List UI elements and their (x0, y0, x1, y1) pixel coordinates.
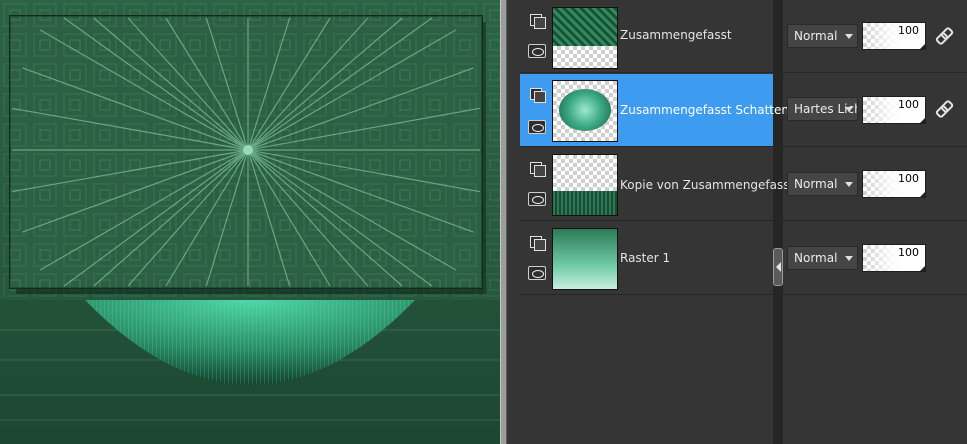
chevron-down-icon (845, 34, 853, 39)
opacity-slider-indicator (920, 44, 925, 49)
layer-name: Raster 1 (620, 251, 671, 265)
panel-resize-handle[interactable] (773, 248, 783, 286)
layer-name: Zusammengefasst (620, 28, 732, 42)
link-icon[interactable] (936, 101, 950, 115)
eye-icon[interactable] (528, 44, 546, 58)
link-icon[interactable] (936, 28, 950, 42)
opacity-field[interactable]: 100 (862, 96, 926, 124)
layer-row-zusammengefasst-schatten-1[interactable]: Zusammengefasst Schatten 1 (520, 74, 800, 147)
opacity-field[interactable]: 100 (862, 170, 926, 198)
layer-lock-icon[interactable] (528, 160, 546, 177)
opacity-slider-indicator (920, 192, 925, 197)
canvas-panel-separator (500, 0, 507, 444)
eye-icon[interactable] (528, 192, 546, 206)
chevron-down-icon (845, 182, 853, 187)
canvas-artwork (0, 0, 500, 444)
chevron-down-icon (845, 107, 853, 112)
layer-lock-icon[interactable] (528, 12, 546, 29)
app-window: Zusammengefasst Normal 100 Zusammengefas… (0, 0, 967, 444)
opacity-value: 100 (898, 246, 919, 259)
layer-row-raster-1[interactable]: Raster 1 (520, 222, 773, 295)
opacity-value: 100 (898, 24, 919, 37)
blend-mode-value: Normal (794, 29, 838, 43)
eye-icon[interactable] (528, 266, 546, 280)
opacity-field[interactable]: 100 (862, 244, 926, 272)
blend-mode-select[interactable]: Normal (787, 246, 858, 270)
eye-icon[interactable] (528, 120, 546, 134)
opacity-slider-indicator (920, 266, 925, 271)
layer-lock-icon[interactable] (528, 234, 546, 251)
blend-mode-select[interactable]: Normal (787, 24, 858, 48)
blend-mode-value: Normal (794, 177, 838, 191)
blend-mode-select[interactable]: Hartes Licht (787, 97, 858, 121)
layer-row-kopie-von-zusammengefasst[interactable]: Kopie von Zusammengefasst (520, 148, 794, 221)
layer-lock-icon[interactable] (528, 86, 546, 103)
layer-thumbnail (552, 80, 618, 142)
blend-mode-value: Normal (794, 251, 838, 265)
layer-name: Kopie von Zusammengefasst (620, 178, 795, 192)
layer-thumbnail (552, 228, 618, 290)
panel-divider (773, 0, 783, 444)
opacity-value: 100 (898, 98, 919, 111)
layer-thumbnail (552, 7, 618, 69)
opacity-value: 100 (898, 172, 919, 185)
layer-name: Zusammengefasst Schatten 1 (620, 103, 801, 117)
opacity-slider-indicator (920, 118, 925, 123)
blend-mode-select[interactable]: Normal (787, 172, 858, 196)
chevron-down-icon (845, 256, 853, 261)
image-canvas[interactable] (0, 0, 500, 444)
opacity-field[interactable]: 100 (862, 22, 926, 50)
layer-row-zusammengefasst[interactable]: Zusammengefasst (520, 0, 773, 73)
layer-thumbnail (552, 154, 618, 216)
